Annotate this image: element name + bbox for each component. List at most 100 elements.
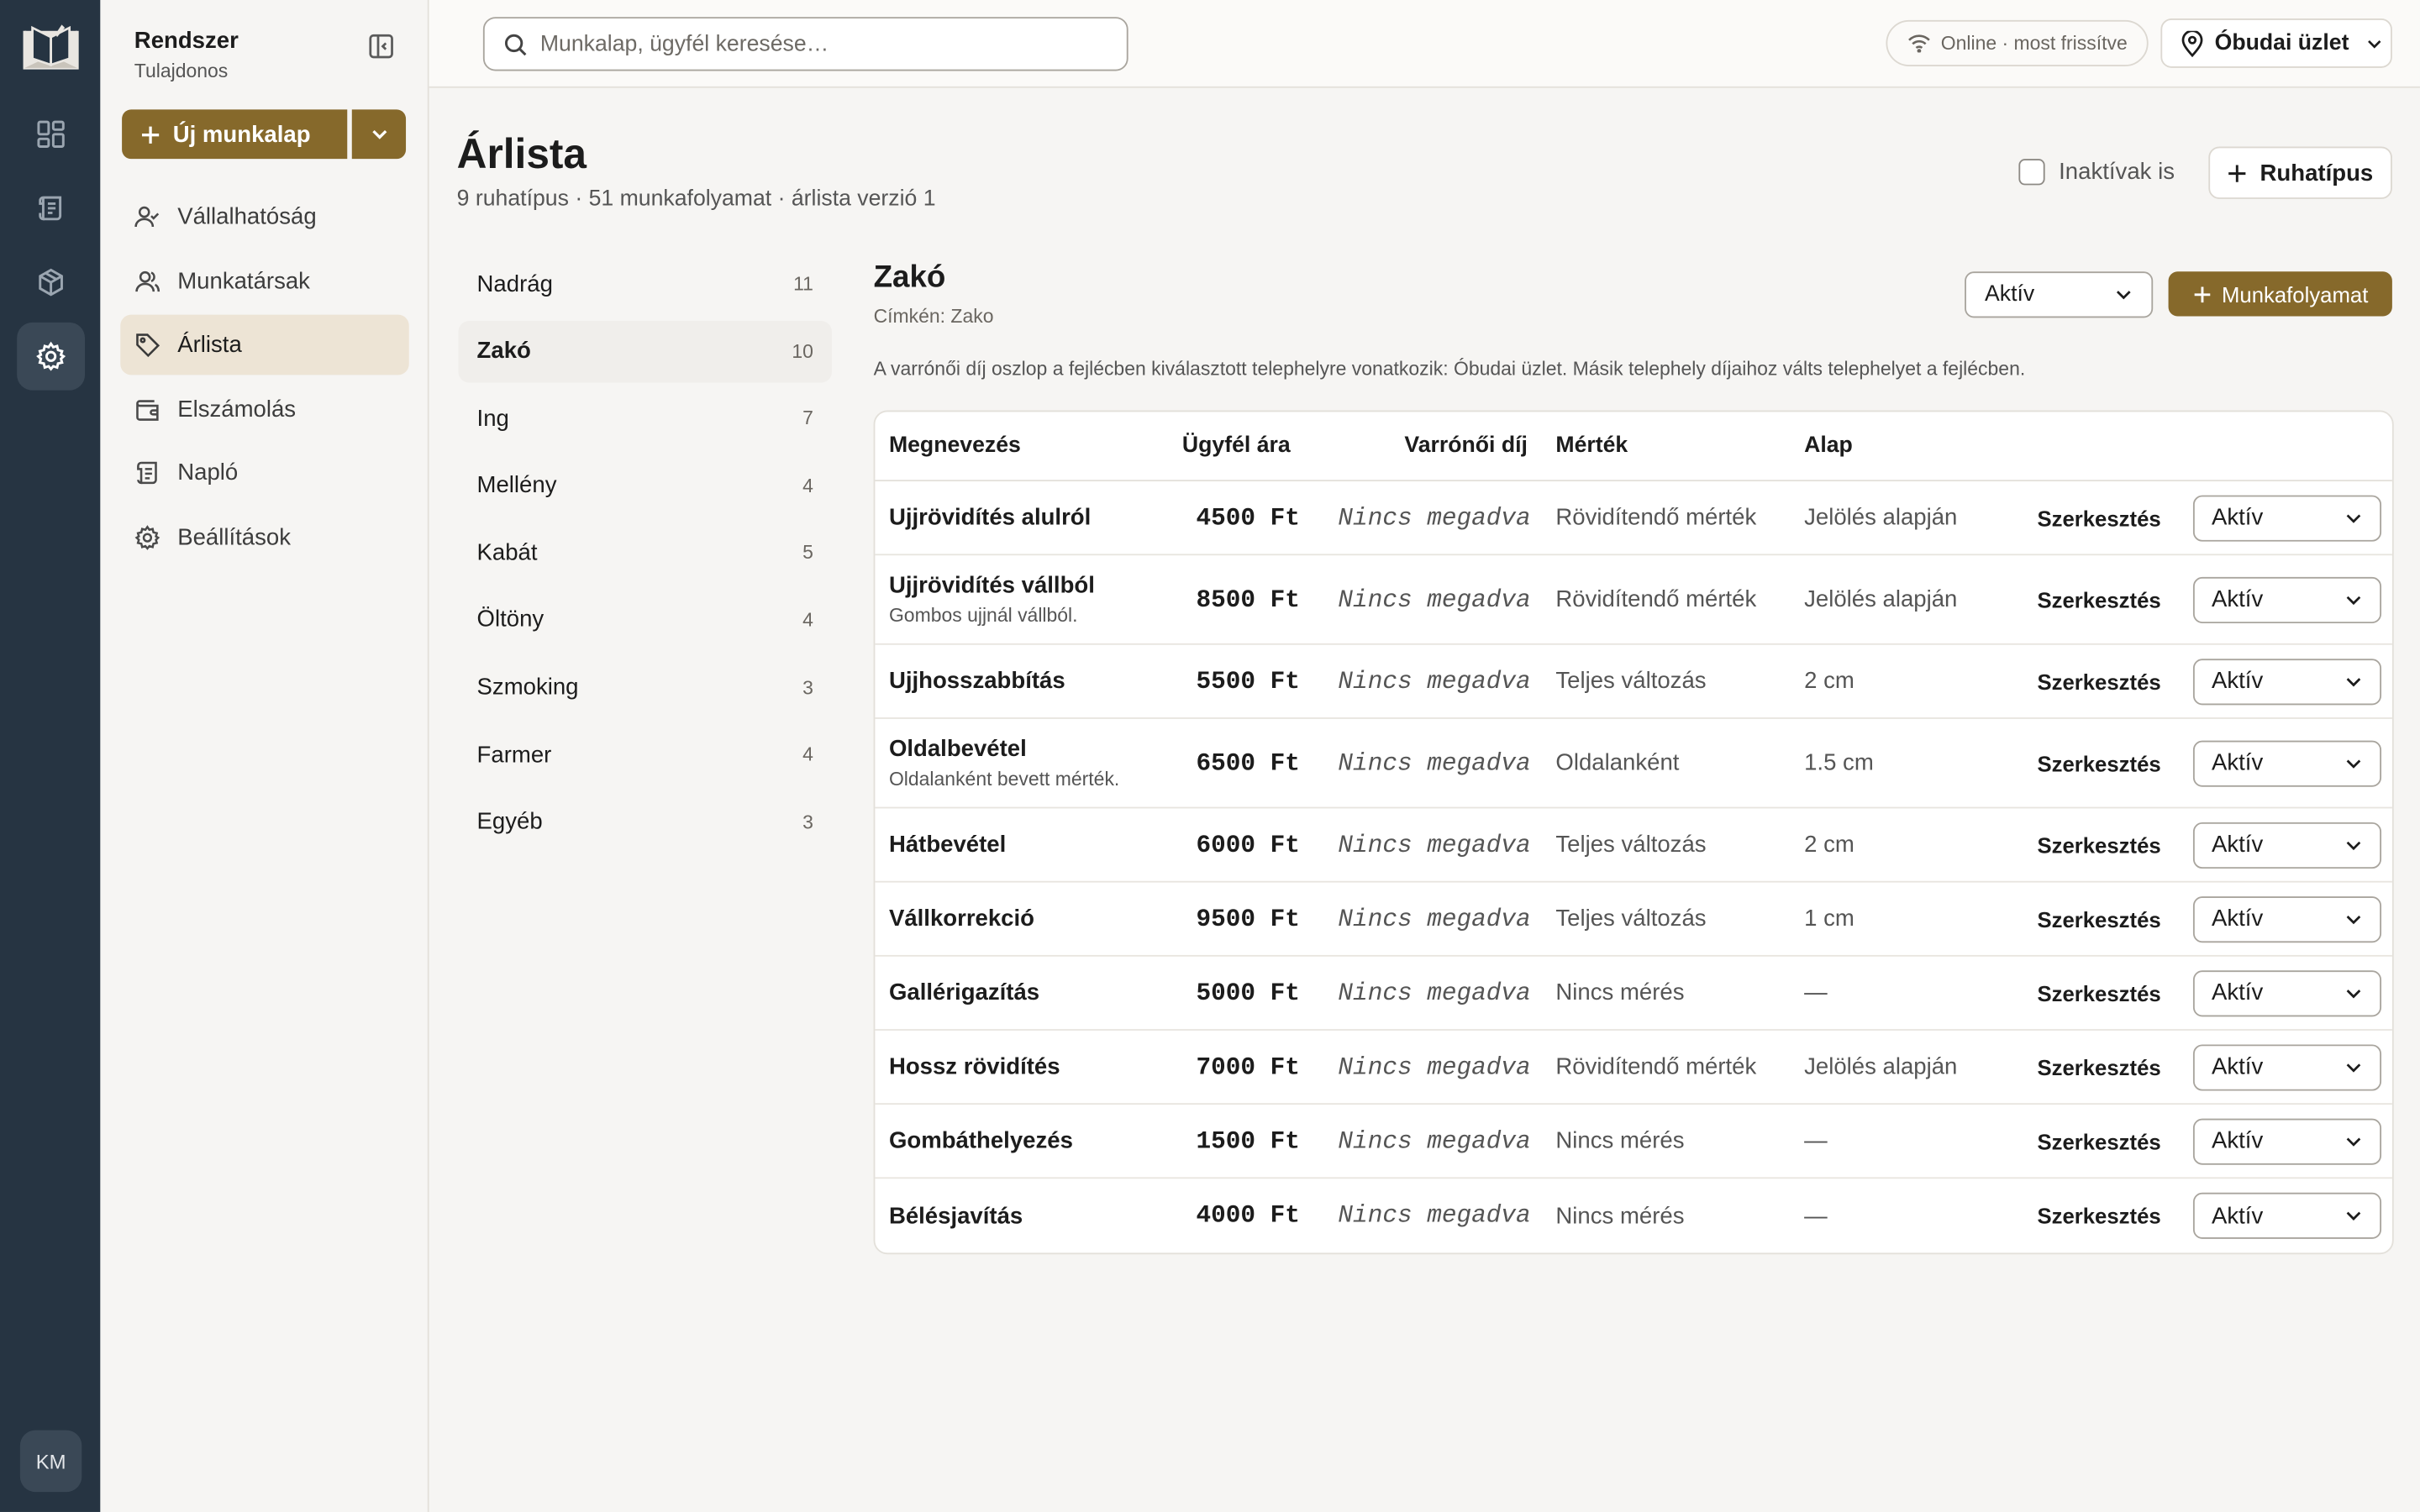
status-select[interactable]: Aktív (2192, 494, 2382, 541)
store-selector[interactable]: Óbudai üzlet (2160, 18, 2392, 68)
plus-icon (2228, 164, 2247, 181)
edit-button[interactable]: Szerkesztés (2037, 832, 2160, 857)
workflow-name-cell: Oldalbevétel Oldalanként bevett mérték. (889, 736, 1119, 790)
garment-type-label: Szmoking (476, 674, 579, 701)
add-workflow-button[interactable]: Munkafolyamat (2168, 271, 2392, 317)
edit-button[interactable]: Szerkesztés (2037, 506, 2160, 530)
status-select[interactable]: Aktív (2192, 1192, 2382, 1239)
garment-type-item[interactable]: Mellény 4 (458, 454, 831, 516)
base-value: Jelölés alapján (1804, 504, 1958, 531)
status-select[interactable]: Aktív (2192, 1117, 2382, 1164)
garment-type-item[interactable]: Kabát 5 (458, 522, 831, 583)
checkbox-box[interactable] (2018, 159, 2045, 186)
garment-type-count: 10 (792, 340, 813, 362)
garment-type-label: Mellény (476, 472, 557, 499)
online-status-text: Online · most frissítve (1940, 32, 2128, 55)
status-select[interactable]: Aktív (2192, 969, 2382, 1016)
sidebar-collapse-icon[interactable] (367, 33, 395, 60)
package-icon[interactable] (17, 249, 85, 317)
status-select[interactable]: Aktív (2192, 658, 2382, 705)
measure-type: Rövidítendő mérték (1555, 585, 1757, 613)
seamstress-fee: Nincs megadva (1338, 1126, 1531, 1155)
page-subtitle: 9 ruhatípus · 51 munkafolyamat · árlista… (456, 186, 936, 212)
status-select[interactable]: Aktív (2192, 576, 2382, 623)
base-value: 1.5 cm (1804, 749, 1874, 776)
customer-price: 8500 Ft (1196, 585, 1300, 614)
edit-button[interactable]: Szerkesztés (2037, 669, 2160, 693)
search-icon (504, 33, 527, 55)
edit-button[interactable]: Szerkesztés (2037, 587, 2160, 612)
table-row: Ujjrövidítés alulról 4500 Ft Nincs megadva… (875, 481, 2392, 556)
status-select[interactable]: Aktív (2192, 895, 2382, 942)
new-worksheet-button[interactable]: Új munkalap (122, 109, 348, 160)
customer-price: 6500 Ft (1196, 748, 1300, 777)
seamstress-fee: Nincs megadva (1338, 979, 1531, 1007)
avatar[interactable]: KM (19, 1430, 82, 1493)
workflow-name-cell: Ujjrövidítés alulról (889, 505, 1091, 531)
tag-icon (136, 333, 160, 358)
settings-icon[interactable] (17, 322, 86, 391)
table-row: Oldalbevétel Oldalanként bevett mérték. 65… (875, 719, 2392, 809)
sidebar: Rendszer Tulajdonos Új munkalap Vállalha… (100, 0, 429, 1512)
status-select[interactable]: Aktív (2192, 822, 2382, 869)
garment-type-item[interactable]: Egyéb 3 (458, 791, 831, 853)
seamstress-fee: Nincs megadva (1338, 905, 1531, 933)
edit-button[interactable]: Szerkesztés (2037, 1204, 2160, 1228)
show-inactive-checkbox[interactable]: Inaktívak is (2018, 159, 2175, 186)
sidebar-item-vallalhatosag[interactable]: Vállalhatóság (120, 186, 408, 247)
table-row: Hátbevétel 6000 Ft Nincs megadva Teljes vál… (875, 808, 2392, 883)
app-root: KM Rendszer Tulajdonos Új munkalap Válla… (0, 0, 2420, 1512)
workflow-name: Ujjrövidítés alulról (888, 504, 1092, 531)
sidebar-item-naplo[interactable]: Napló (120, 443, 408, 503)
garment-type-label: Kabát (476, 539, 538, 566)
sidebar-item-beallitasok[interactable]: Beállítások (120, 507, 408, 567)
plus-icon (2193, 286, 2210, 302)
base-value: 1 cm (1804, 906, 1854, 932)
search-input[interactable] (539, 31, 1097, 57)
dashboard-icon[interactable] (17, 100, 85, 168)
status-select[interactable]: Aktív (2192, 739, 2382, 786)
garment-type-item[interactable]: Ing 7 (458, 387, 831, 449)
workflow-name-cell: Hossz rövidítés (889, 1053, 1060, 1079)
garment-type-item[interactable]: Zakó 10 (458, 320, 832, 382)
sidebar-item-arlista[interactable]: Árlista (120, 314, 409, 375)
edit-button[interactable]: Szerkesztés (2037, 980, 2160, 1005)
table-row: Gombáthelyezés 1500 Ft Nincs megadva Nincs … (875, 1105, 2392, 1179)
base-value: 2 cm (1804, 831, 1854, 858)
edit-button[interactable]: Szerkesztés (2037, 1054, 2160, 1079)
search-box (482, 17, 1128, 71)
seamstress-fee: Nincs megadva (1338, 831, 1531, 859)
garment-type-count: 4 (802, 475, 813, 497)
chevron-down-icon (2346, 915, 2361, 924)
new-worksheet-dropdown-button[interactable] (351, 109, 407, 160)
workflow-name-cell: Hátbevétel (889, 832, 1006, 858)
chevron-down-icon (371, 129, 387, 139)
garment-type-count: 7 (802, 407, 813, 429)
status-select[interactable]: Aktív (2192, 1043, 2382, 1090)
garment-type-item[interactable]: Nadrág 11 (458, 253, 831, 314)
garment-type-item[interactable]: Farmer 4 (458, 724, 831, 785)
column-header-measure: Mérték (1555, 433, 1628, 459)
status-select-value: Aktív (2211, 1053, 2264, 1080)
workflow-name: Bélésjavítás (888, 1202, 1023, 1229)
users-icon (135, 270, 160, 291)
garment-type-label: Egyéb (476, 808, 543, 836)
sidebar-item-munkatarsak[interactable]: Munkatársak (120, 250, 408, 311)
edit-button[interactable]: Szerkesztés (2037, 1129, 2160, 1153)
garment-type-item[interactable]: Öltöny 4 (458, 590, 831, 651)
status-filter-select[interactable]: Aktív (1965, 271, 2154, 318)
edit-button[interactable]: Szerkesztés (2037, 906, 2160, 931)
scroll-icon[interactable] (17, 175, 85, 243)
column-header-price: Ügyfél ára (1181, 433, 1291, 459)
base-value: — (1804, 1127, 1828, 1154)
garment-type-item[interactable]: Szmoking 3 (458, 657, 831, 718)
seamstress-fee: Nincs megadva (1338, 503, 1531, 532)
logo-icon[interactable] (20, 22, 82, 77)
garment-type-label: Zakó (476, 338, 531, 365)
edit-button[interactable]: Szerkesztés (2037, 751, 2160, 775)
garment-type-count: 5 (802, 542, 813, 564)
add-garment-type-button[interactable]: Ruhatípus (2208, 146, 2392, 199)
sidebar-item-elszamolas[interactable]: Elszámolás (120, 379, 408, 439)
measure-type: Rövidítendő mérték (1555, 1053, 1757, 1080)
garment-type-label: Nadrág (476, 270, 553, 297)
